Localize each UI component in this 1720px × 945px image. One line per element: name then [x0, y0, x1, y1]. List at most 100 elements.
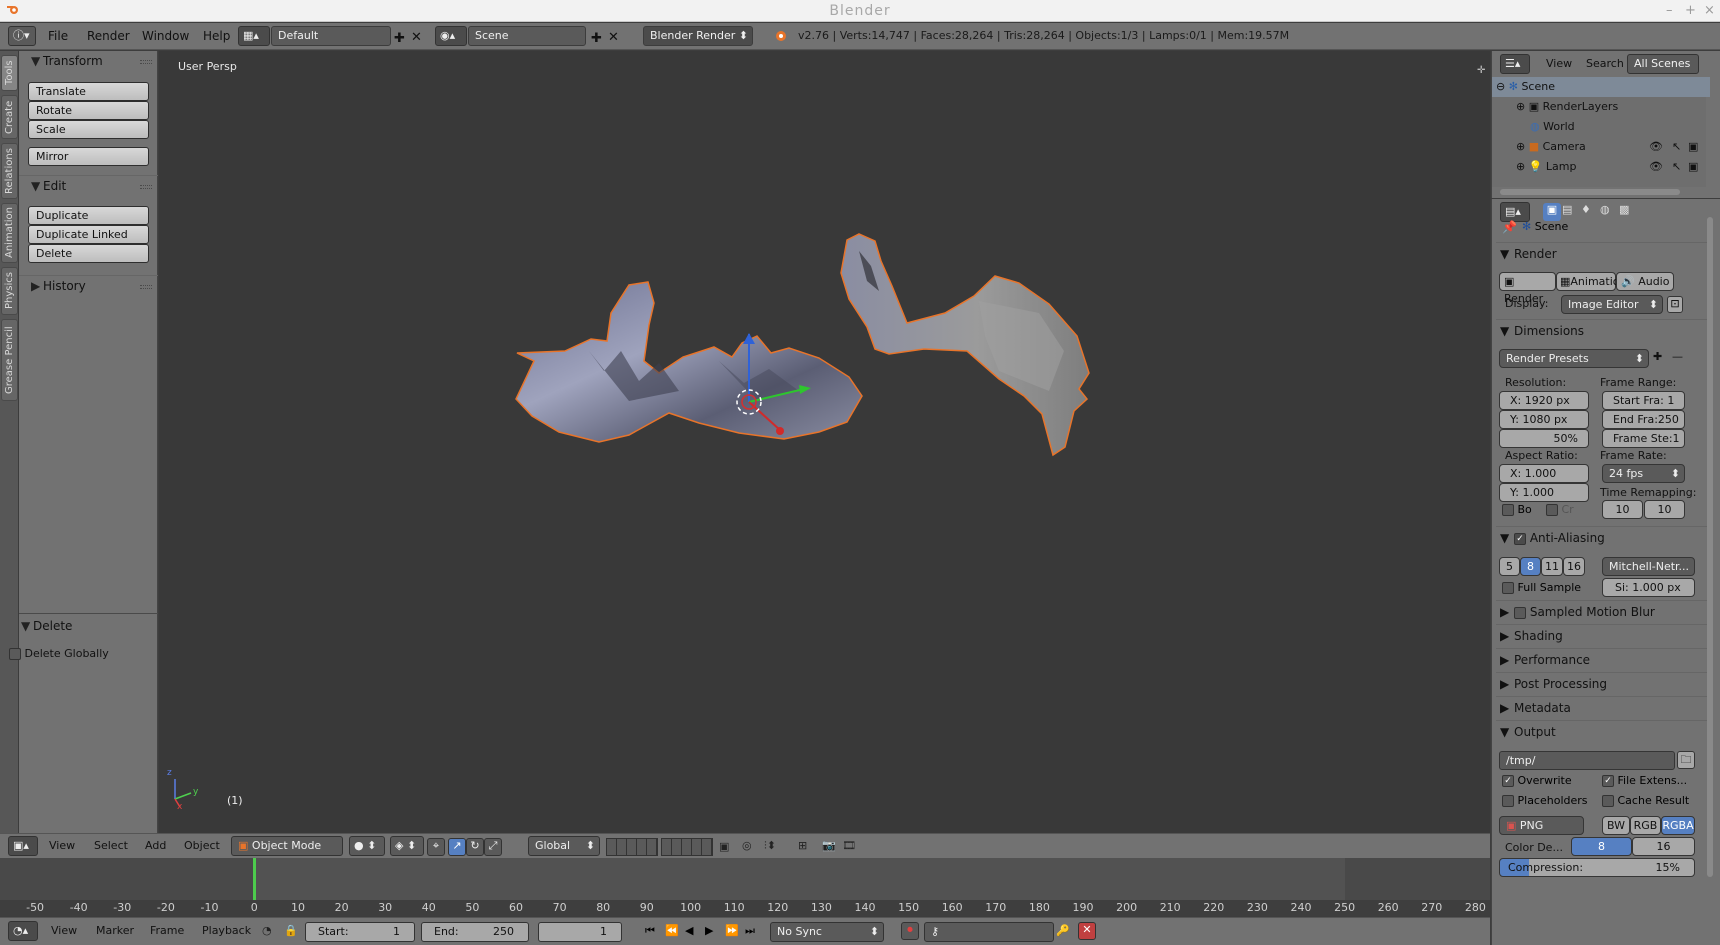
record-icon[interactable]: ⏺ — [901, 922, 919, 940]
end-frame-input[interactable]: End: 250 — [421, 922, 529, 942]
opengl-render-icon[interactable]: 📷 — [822, 839, 836, 852]
sync-mode-select[interactable]: No Sync ⬍ — [770, 922, 884, 942]
aa-samples-11[interactable]: 11 — [1541, 557, 1563, 576]
lock-layers-icon[interactable]: ▣ — [719, 840, 729, 853]
delete-globally-option[interactable]: Delete Globally — [9, 647, 109, 660]
start-frame-input[interactable]: Start: 1 — [305, 922, 415, 942]
grip-icon[interactable] — [140, 60, 152, 64]
tab-tools[interactable]: Tools — [1, 55, 18, 91]
tab-animation[interactable]: Animation — [1, 203, 18, 263]
visibility-eye-icon[interactable]: 👁 — [1649, 157, 1663, 177]
screen-layout-icon-button[interactable]: ▦▴ — [238, 26, 270, 46]
overwrite-checkbox[interactable]: ✓ — [1502, 775, 1514, 787]
frame-step-field[interactable]: Frame Ste:1 — [1602, 429, 1685, 448]
scene-context-icon[interactable]: ♦ — [1581, 203, 1591, 216]
anti-aliasing-panel-header[interactable]: ▼ ✓ Anti-Aliasing — [1496, 526, 1710, 548]
color-depth-16[interactable]: 16 — [1632, 837, 1695, 856]
post-processing-panel-header[interactable]: ▶ Post Processing — [1496, 672, 1710, 694]
outliner-item-camera[interactable]: ⊕ ■ Camera 👁 ↖ ▣ — [1492, 137, 1710, 157]
insert-keyframe-icon[interactable]: 🔑 — [1056, 924, 1070, 937]
3d-viewport[interactable]: User Persp ✛ z y x (1) — [159, 51, 1490, 833]
rotate-button[interactable]: Rotate — [28, 101, 149, 120]
timeline-editor-type-button[interactable]: ◔▴ — [8, 921, 38, 941]
delete-globally-checkbox[interactable] — [9, 648, 21, 660]
frame-rate-select[interactable]: 24 fps ⬍ — [1602, 464, 1685, 483]
aspect-y-field[interactable]: Y: 1.000 — [1499, 483, 1589, 502]
border-checkbox[interactable] — [1502, 504, 1514, 516]
outliner-item-scene[interactable]: ⊖ ✻ Scene — [1492, 77, 1710, 97]
jump-keyframe-back-icon[interactable]: ⏪ — [665, 924, 679, 937]
timeline-menu-frame[interactable]: Frame — [150, 924, 184, 937]
keying-set-field[interactable]: ⚷ — [924, 922, 1054, 942]
grip-icon[interactable] — [140, 185, 152, 189]
render-context-icon[interactable]: ▣ — [1543, 203, 1561, 221]
cache-result-option[interactable]: Cache Result — [1602, 794, 1689, 807]
remove-layout-icon[interactable]: ✕ — [411, 30, 422, 45]
display-select[interactable]: Image Editor ⬍ — [1561, 295, 1663, 314]
full-sample-checkbox[interactable] — [1502, 582, 1514, 594]
outliner-menu-search[interactable]: Search — [1586, 57, 1624, 70]
translate-button[interactable]: Translate — [28, 82, 149, 101]
delete-operator-panel-header[interactable]: ▼ Delete — [9, 616, 148, 638]
time-remap-old-field[interactable]: 10 — [1602, 500, 1643, 519]
grip-icon[interactable] — [140, 285, 152, 289]
crop-option[interactable]: Cr — [1546, 503, 1574, 516]
start-frame-field[interactable]: Start Fra: 1 — [1602, 391, 1685, 410]
metadata-panel-header[interactable]: ▶ Metadata — [1496, 696, 1710, 718]
translate-manipulator-icon[interactable]: ↗ — [448, 838, 466, 856]
jump-start-icon[interactable]: ⏮ — [645, 924, 655, 938]
menu-render[interactable]: Render — [87, 29, 130, 43]
full-sample-option[interactable]: Full Sample — [1502, 581, 1581, 594]
lock-interface-icon[interactable]: ⊡ — [1667, 296, 1683, 313]
pin-icon[interactable]: 📌 — [1502, 220, 1517, 234]
transform-orientation-select[interactable]: Global ⬍ — [528, 836, 600, 856]
border-option[interactable]: Bo — [1502, 503, 1532, 516]
tab-grease-pencil[interactable]: Grease Pencil — [1, 319, 18, 401]
file-format-select[interactable]: ▣ PNG — [1499, 816, 1584, 835]
render-panel-header[interactable]: ▼ Render — [1496, 242, 1710, 264]
render-image-button[interactable]: ▣ Render — [1499, 272, 1556, 305]
maximize-button[interactable]: + — [1685, 3, 1696, 18]
delete-button[interactable]: Delete — [28, 244, 149, 263]
menu-window[interactable]: Window — [142, 29, 189, 43]
editor-type-info-button[interactable]: ⓘ▾ — [8, 26, 36, 46]
render-audio-button[interactable]: 🔊 Audio — [1616, 272, 1674, 291]
timeline-menu-playback[interactable]: Playback — [202, 924, 251, 937]
current-frame-line[interactable] — [253, 858, 256, 900]
properties-scrollbar[interactable] — [1707, 217, 1713, 877]
scale-manipulator-icon[interactable]: ⤢ — [484, 838, 502, 856]
mirror-button[interactable]: Mirror — [28, 147, 149, 166]
viewport-shading-select[interactable]: ● ⬍ — [349, 836, 385, 856]
sampled-motion-blur-header[interactable]: ▶ Sampled Motion Blur — [1496, 600, 1710, 622]
properties-editor-type-button[interactable]: ▤▴ — [1500, 202, 1530, 222]
delete-keyframe-icon[interactable]: ✕ — [1078, 922, 1096, 940]
outliner-menu-view[interactable]: View — [1546, 57, 1572, 70]
layer-buttons-2[interactable] — [661, 838, 713, 856]
dimensions-panel-header[interactable]: ▼ Dimensions — [1496, 319, 1710, 341]
outliner-item-renderlayers[interactable]: ⊕ ▣ RenderLayers — [1492, 97, 1710, 117]
overwrite-option[interactable]: ✓ Overwrite — [1502, 774, 1572, 787]
color-mode-bw[interactable]: BW — [1602, 816, 1630, 835]
output-panel-header[interactable]: ▼ Output — [1496, 720, 1710, 742]
jump-end-icon[interactable]: ⏭ — [745, 924, 755, 938]
outliner-item-lamp[interactable]: ⊕ 💡 Lamp 👁 ↖ ▣ — [1492, 157, 1710, 177]
pivot-point-select[interactable]: ◈ ⬍ — [390, 836, 424, 856]
remove-preset-icon[interactable]: — — [1672, 350, 1683, 363]
color-mode-rgba[interactable]: RGBA — [1661, 816, 1695, 835]
end-frame-field[interactable]: End Fra:250 — [1602, 410, 1685, 429]
outliner-scrollbar[interactable] — [1500, 189, 1680, 195]
tab-physics[interactable]: Physics — [1, 267, 18, 315]
menu-file[interactable]: File — [48, 29, 68, 43]
close-window-button[interactable]: × — [1704, 3, 1715, 18]
jump-keyframe-forward-icon[interactable]: ⏩ — [725, 924, 739, 937]
resolution-y-field[interactable]: Y: 1080 px — [1499, 410, 1589, 429]
timeline[interactable]: -50 -40 -30 -20 -10 0 10 20 30 40 50 60 70 80 90 100 110… — [0, 858, 1490, 916]
3d-menu-add[interactable]: Add — [145, 839, 166, 852]
play-icon[interactable]: ▶ — [705, 924, 713, 937]
filter-size-field[interactable]: Si: 1.000 px — [1602, 578, 1695, 597]
outliner-editor-type-button[interactable]: ☰▴ — [1500, 54, 1530, 74]
shading-panel-header[interactable]: ▶ Shading — [1496, 624, 1710, 646]
aspect-x-field[interactable]: X: 1.000 — [1499, 464, 1589, 483]
resolution-x-field[interactable]: X: 1920 px — [1499, 391, 1589, 410]
proportional-edit-icon[interactable]: ◎ — [742, 839, 752, 852]
